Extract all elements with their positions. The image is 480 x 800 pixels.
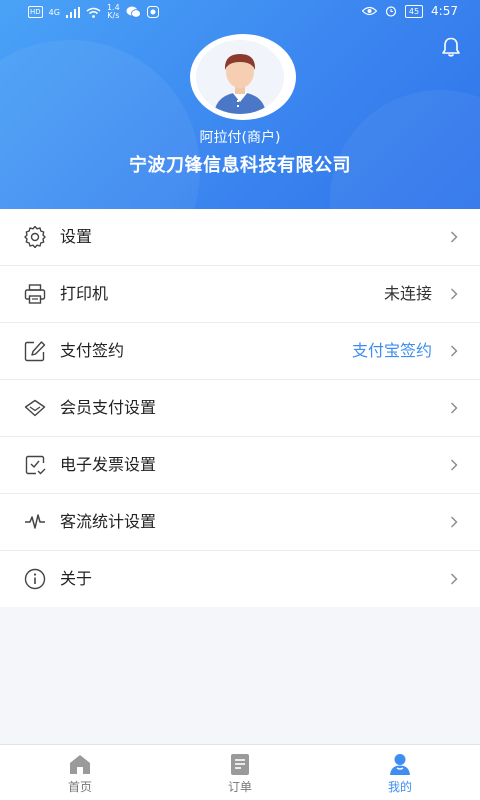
menu-item-printer[interactable]: 打印机 未连接	[0, 266, 480, 323]
menu-item-label: 电子发票设置	[60, 455, 157, 474]
menu-item-label: 会员支付设置	[60, 398, 157, 417]
bell-icon[interactable]	[440, 36, 462, 58]
menu-item-traffic-stats[interactable]: 客流统计设置	[0, 494, 480, 551]
tab-mine[interactable]: 我的	[320, 745, 480, 800]
diamond-icon	[24, 399, 46, 417]
wechat-icon	[126, 6, 141, 18]
chevron-right-icon	[451, 345, 458, 357]
tab-label: 首页	[67, 780, 92, 794]
printer-icon	[24, 284, 46, 304]
chevron-right-icon	[451, 573, 458, 585]
user-icon	[390, 754, 410, 775]
account-role: 阿拉付(商户)	[199, 130, 281, 146]
menu-item-about[interactable]: 关于	[0, 551, 480, 607]
alipay-contract-link[interactable]: 支付宝签约	[352, 323, 432, 379]
company-name: 宁波刀锋信息科技有限公司	[129, 155, 351, 176]
menu-item-payment-contract[interactable]: 支付签约 支付宝签约	[0, 323, 480, 380]
order-icon	[231, 754, 249, 775]
chevron-right-icon	[451, 231, 458, 243]
home-icon	[70, 755, 90, 774]
edit-icon	[24, 341, 46, 362]
network-type: 4G	[48, 7, 60, 17]
menu-item-label: 打印机	[60, 284, 109, 303]
pulse-icon	[25, 514, 45, 529]
chevron-right-icon	[451, 459, 458, 471]
hd-badge: HD	[28, 6, 43, 18]
app-notification-icon	[146, 6, 159, 18]
wifi-icon	[86, 7, 101, 18]
chevron-right-icon	[451, 288, 458, 300]
profile-header: HD 4G 1.4 K/s 45 4:57 阿拉付(商户) 宁波刀锋信息科技有限…	[0, 0, 480, 209]
menu-item-label: 客流统计设置	[60, 512, 157, 531]
alarm-icon	[385, 6, 396, 17]
network-speed: 1.4 K/s	[107, 4, 120, 20]
menu-item-label: 关于	[60, 569, 93, 588]
menu-item-label: 设置	[60, 227, 93, 246]
printer-status: 未连接	[383, 284, 432, 303]
menu-item-label: 支付签约	[60, 341, 125, 360]
clock-time: 4:57	[431, 4, 458, 18]
avatar-image	[196, 40, 284, 114]
battery-indicator: 45	[404, 4, 424, 18]
signal-icon	[65, 6, 80, 18]
chevron-right-icon	[451, 516, 458, 528]
menu-item-e-invoice[interactable]: 电子发票设置	[0, 437, 480, 494]
avatar[interactable]	[190, 34, 296, 120]
eye-icon	[361, 6, 377, 16]
invoice-icon	[25, 455, 46, 475]
user-avatar-icon	[196, 40, 284, 114]
status-bar: HD 4G 1.4 K/s 45 4:57	[0, 0, 480, 24]
chevron-right-icon	[451, 402, 458, 414]
tab-home[interactable]: 首页	[0, 745, 160, 800]
gear-icon	[24, 226, 46, 248]
header-decoration	[330, 90, 480, 209]
menu-item-settings[interactable]: 设置	[0, 209, 480, 266]
bottom-tab-bar: 首页 订单 我的	[0, 744, 480, 800]
menu-item-member-payment[interactable]: 会员支付设置	[0, 380, 480, 437]
settings-menu: 设置 打印机 未连接 支付签约 支付宝签约 会员支付设置 电子发票设置 客流统计…	[0, 209, 480, 607]
info-icon	[24, 568, 46, 590]
header-decoration	[0, 40, 200, 209]
tab-orders[interactable]: 订单	[160, 745, 320, 800]
speed-unit: K/s	[107, 11, 120, 20]
tab-label: 我的	[387, 780, 412, 794]
tab-label: 订单	[227, 780, 252, 794]
